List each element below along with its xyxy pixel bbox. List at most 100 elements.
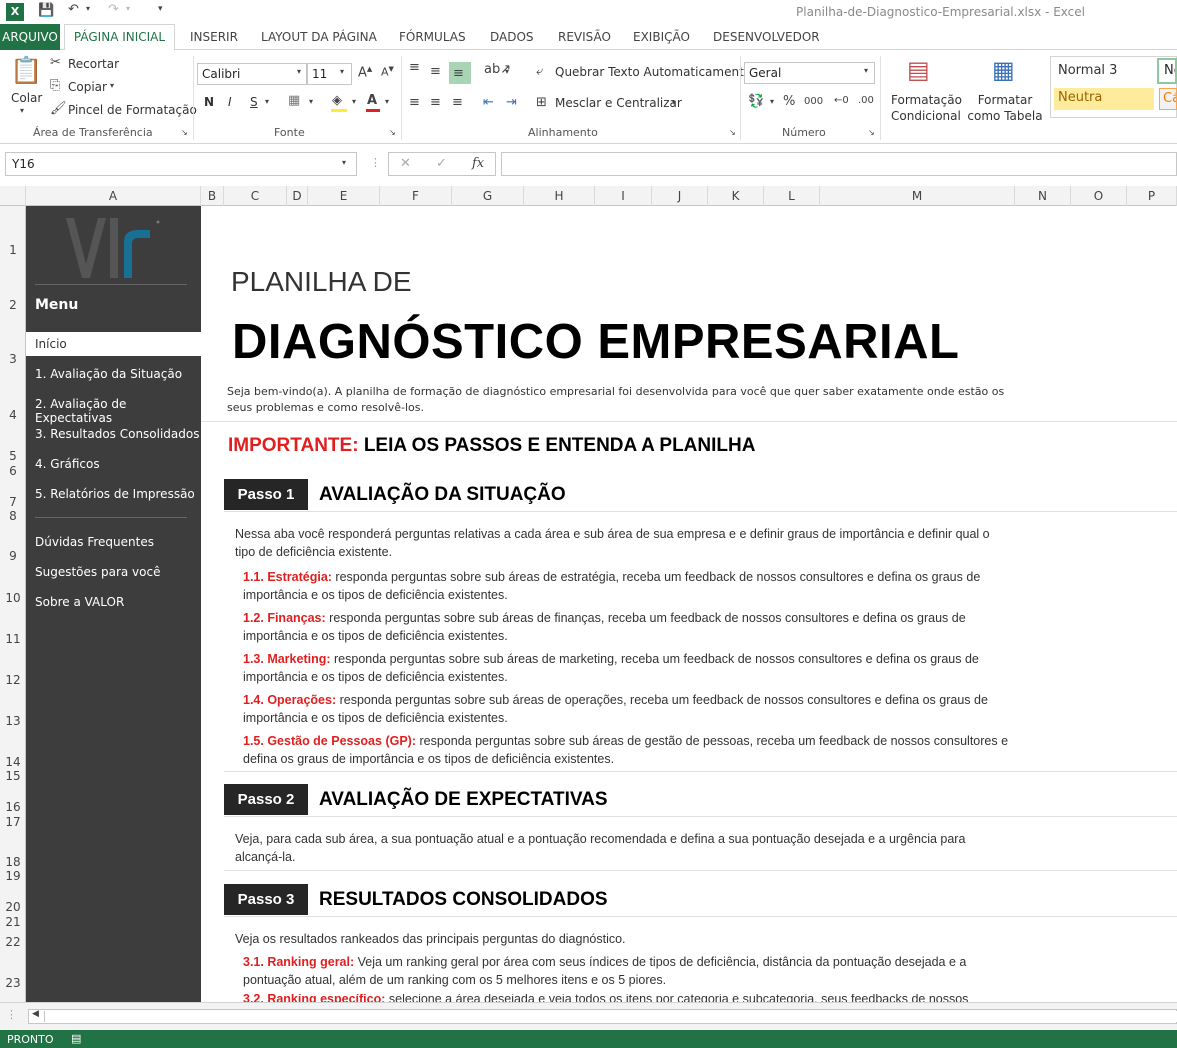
row-header[interactable]: 1 [0,243,26,257]
style-neutral[interactable]: Neutra [1054,88,1154,110]
tab-review[interactable]: REVISÃO [558,30,611,44]
align-middle-icon[interactable]: ≡ [430,64,441,79]
percent-icon[interactable]: % [783,94,795,109]
row-header[interactable]: 17 [0,815,26,829]
column-header[interactable]: O [1071,186,1127,206]
copy-dropdown-icon[interactable]: ▾ [110,81,114,90]
save-icon[interactable]: 💾 [38,3,54,18]
name-box-dropdown-icon[interactable]: ▾ [342,158,346,167]
row-header[interactable]: 16 [0,800,26,814]
number-format-dropdown-icon[interactable]: ▾ [864,66,868,75]
column-header[interactable]: K [708,186,764,206]
sidebar-item-graficos[interactable]: 4. Gráficos [35,457,100,471]
redo-dropdown-icon[interactable]: ▾ [126,4,130,13]
orientation-dropdown-icon[interactable]: ▾ [505,67,509,76]
row-header[interactable]: 4 [0,408,26,422]
alignment-launcher-icon[interactable]: ↘ [729,128,736,137]
style-normal3[interactable]: Normal 3 [1058,63,1117,78]
tab-page-layout[interactable]: LAYOUT DA PÁGINA [261,30,377,44]
font-name-select[interactable]: Calibri [197,63,307,85]
enter-icon[interactable]: ✓ [436,156,447,171]
sidebar-item-avaliacao-situacao[interactable]: 1. Avaliação da Situação [35,367,182,381]
format-as-table-button[interactable]: Formatar como Tabela [963,92,1047,124]
formula-input[interactable] [501,152,1177,176]
copy-button[interactable]: Copiar [68,80,107,94]
increase-indent-icon[interactable]: ⇥ [506,95,517,110]
style-calc-partial[interactable]: Cá [1159,88,1177,110]
sidebar-item-sugestoes[interactable]: Sugestões para você [35,565,160,579]
align-left-icon[interactable]: ≡ [409,95,420,110]
row-header[interactable]: 10 [0,591,26,605]
column-header[interactable]: M [820,186,1015,206]
font-launcher-icon[interactable]: ↘ [389,128,396,137]
row-header[interactable]: 7 [0,495,26,509]
row-header[interactable]: 20 [0,900,26,914]
align-center-icon[interactable]: ≡ [430,95,441,110]
tab-developer[interactable]: DESENVOLVEDOR [713,30,820,44]
italic-button[interactable]: I [228,95,232,109]
column-header[interactable]: J [652,186,708,206]
row-header[interactable]: 15 [0,769,26,783]
clipboard-launcher-icon[interactable]: ↘ [181,128,188,137]
column-header[interactable]: D [287,186,308,206]
select-all-corner[interactable] [0,186,26,206]
column-header[interactable]: E [308,186,380,206]
cut-button[interactable]: Recortar [68,57,119,71]
style-normal-partial[interactable]: No [1157,58,1177,84]
sidebar-item-sobre[interactable]: Sobre a VALOR [35,595,124,609]
font-color-dropdown-icon[interactable]: ▾ [385,97,389,106]
align-top-icon[interactable]: ≡ [409,60,420,75]
column-header[interactable]: F [380,186,452,206]
sidebar-item-relatorios[interactable]: 5. Relatórios de Impressão [35,487,195,501]
comma-style-icon[interactable]: 000 [804,96,823,107]
tab-home[interactable]: PÁGINA INICIAL [64,24,175,51]
row-header[interactable]: 23 [0,976,26,990]
decrease-decimal-icon[interactable]: .00 [858,95,874,106]
undo-dropdown-icon[interactable]: ▾ [86,4,90,13]
name-box[interactable]: Y16 [5,152,357,176]
format-painter-button[interactable]: Pincel de Formatação [68,103,197,117]
font-size-dropdown-icon[interactable]: ▾ [340,67,344,76]
row-header[interactable]: 21 [0,915,26,929]
sidebar-item-inicio-label[interactable]: Início [35,337,67,351]
accounting-dropdown-icon[interactable]: ▾ [770,97,774,106]
borders-icon[interactable]: ▦ [288,93,300,108]
row-header[interactable]: 12 [0,673,26,687]
wrap-text-button[interactable]: Quebrar Texto Automaticamente [555,65,751,79]
cancel-icon[interactable]: ✕ [400,156,411,171]
conditional-formatting-button[interactable]: Formatação Condicional [891,92,962,124]
fill-color-icon[interactable]: ◈ [332,93,342,108]
tab-data[interactable]: DADOS [490,30,534,44]
row-header[interactable]: 11 [0,632,26,646]
row-header[interactable]: 2 [0,298,26,312]
fill-color-dropdown-icon[interactable]: ▾ [352,97,356,106]
sidebar-item-duvidas[interactable]: Dúvidas Frequentes [35,535,154,549]
shrink-font-icon[interactable]: A▼ [381,65,394,79]
macro-record-icon[interactable]: ▤ [71,1032,81,1045]
merge-center-button[interactable]: Mesclar e Centralizar [555,96,682,110]
scrollbar-thumb[interactable] [44,1011,1177,1022]
sidebar-item-avaliacao-expectativas[interactable]: 2. Avaliação de Expectativas [35,397,201,425]
borders-dropdown-icon[interactable]: ▾ [309,97,313,106]
row-header[interactable]: 8 [0,509,26,523]
column-header[interactable]: C [224,186,287,206]
column-header[interactable]: L [764,186,820,206]
scroll-left-icon[interactable]: ◀ [32,1009,39,1019]
paste-icon[interactable]: 📋 [10,56,42,86]
insert-function-icon[interactable]: fx [472,156,484,171]
row-header[interactable]: 5 [0,449,26,463]
paste-button[interactable]: Colar [11,91,42,105]
customize-toolbar-icon[interactable]: ▾ [158,4,163,14]
align-right-icon[interactable]: ≡ [452,95,463,110]
font-name-dropdown-icon[interactable]: ▾ [297,67,301,76]
underline-button[interactable]: S [250,95,258,109]
row-header[interactable]: 22 [0,935,26,949]
tab-insert[interactable]: INSERIR [190,30,238,44]
underline-dropdown-icon[interactable]: ▾ [265,97,269,106]
row-header[interactable]: 6 [0,464,26,478]
row-header[interactable]: 9 [0,549,26,563]
column-header[interactable]: G [452,186,524,206]
tab-file[interactable]: ARQUIVO [0,24,60,50]
sidebar-item-resultados[interactable]: 3. Resultados Consolidados [35,427,200,441]
column-header[interactable]: A [26,186,201,206]
